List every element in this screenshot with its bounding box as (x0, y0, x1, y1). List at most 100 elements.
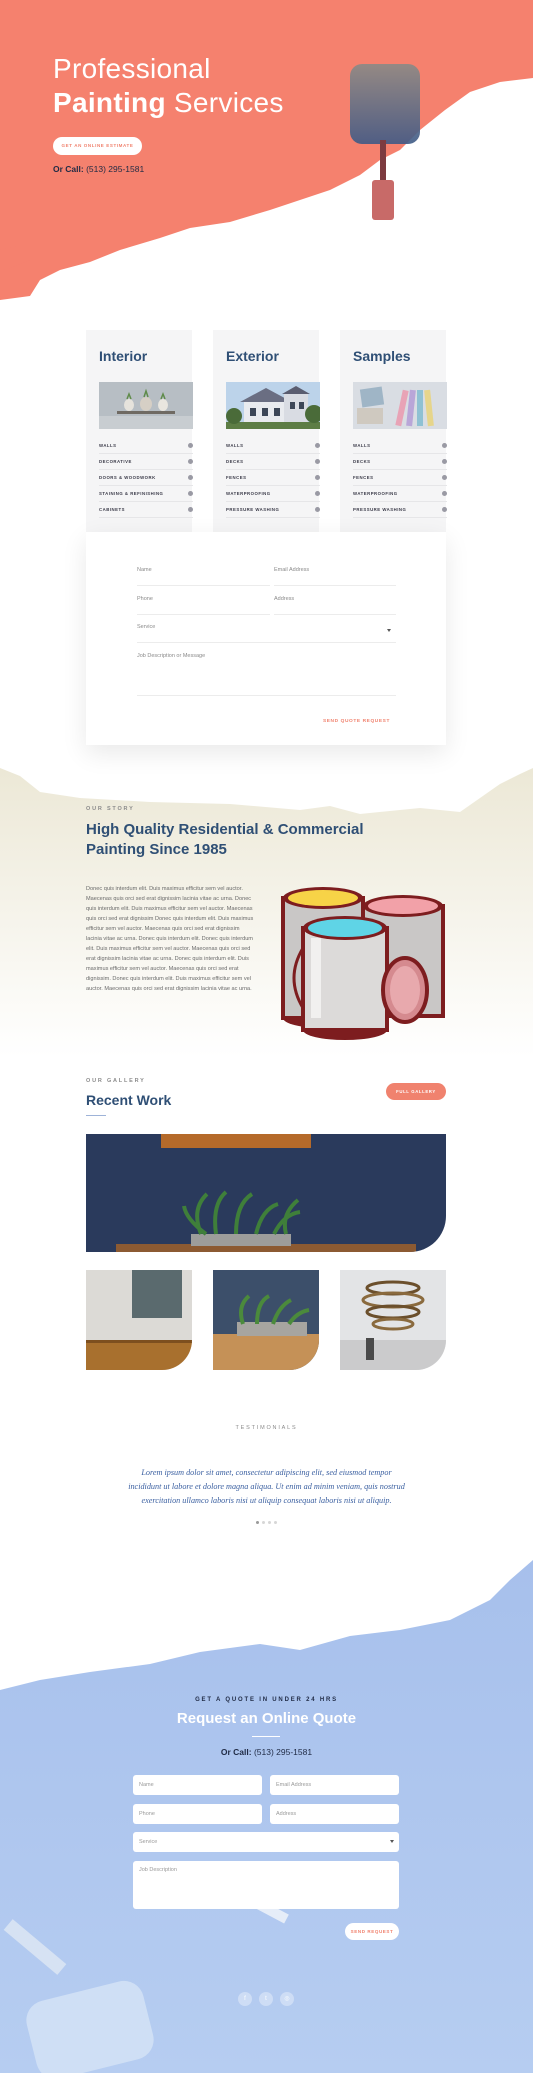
arrow-circle-icon (188, 507, 193, 512)
hero-title-line2: Painting Services (53, 86, 284, 120)
quote-call-label: Or Call: (220, 1747, 252, 1757)
quote-phone[interactable]: (513) 295-1581 (252, 1747, 312, 1757)
list-item[interactable]: WATERPROOFING (226, 486, 320, 502)
quote-call: Or Call: (513) 295-1581 (0, 1747, 533, 1757)
exterior-services-list: WALLS DECKS FENCES WATERPROOFING PRESSUR… (226, 438, 320, 518)
samples-services-list: WALLS DECKS FENCES WATERPROOFING PRESSUR… (353, 438, 447, 518)
twitter-icon[interactable]: t (259, 1992, 273, 2006)
name-field[interactable]: Name (137, 562, 270, 586)
story-paint-background (0, 768, 533, 1058)
quote-title: Request an Online Quote (176, 1710, 357, 1727)
bottom-service-select[interactable]: Service (133, 1832, 399, 1852)
arrow-circle-icon (188, 443, 193, 448)
list-item[interactable]: CABINETS (99, 502, 193, 518)
list-item[interactable]: DECORATIVE (99, 454, 193, 470)
card-title: Exterior (226, 348, 279, 364)
online-estimate-button[interactable]: GET AN ONLINE ESTIMATE (53, 137, 142, 155)
instagram-icon[interactable]: ◎ (280, 1992, 294, 2006)
quote-eyebrow: GET A QUOTE IN UNDER 24 HRS (195, 1697, 338, 1703)
list-item-label: FENCES (353, 475, 374, 480)
facebook-icon[interactable]: f (238, 1992, 252, 2006)
gallery-eyebrow: OUR GALLERY (86, 1078, 146, 1084)
list-item-label: WALLS (353, 443, 371, 448)
interior-services-list: WALLS DECORATIVE DOORS & WOODWORK STAINI… (99, 438, 193, 518)
list-item-label: DECKS (226, 459, 244, 464)
list-item[interactable]: STAINING & REFINISHING (99, 486, 193, 502)
hero-title: Professional Painting Services (53, 52, 284, 120)
list-item-label: CABINETS (99, 507, 125, 512)
list-item[interactable]: DECKS (226, 454, 320, 470)
list-item-label: PRESSURE WASHING (353, 507, 407, 512)
carousel-dot[interactable] (262, 1521, 265, 1524)
testimonial-quote: Lorem ipsum dolor sit amet, consectetur … (128, 1468, 405, 1505)
story-text: Donec quis interdum elit. Duis maximus e… (86, 886, 254, 992)
list-item-label: WATERPROOFING (226, 491, 271, 496)
list-item-label: PRESSURE WASHING (226, 507, 280, 512)
hero-phone[interactable]: (513) 295-1581 (84, 164, 144, 174)
interior-image (99, 382, 193, 429)
arrow-circle-icon (442, 491, 447, 496)
chevron-down-icon (387, 629, 391, 632)
service-select[interactable]: Service (137, 619, 396, 643)
arrow-circle-icon (315, 475, 320, 480)
list-item[interactable]: WALLS (226, 438, 320, 454)
list-item[interactable]: PRESSURE WASHING (353, 502, 447, 518)
hero-title-rest: Services (165, 87, 284, 118)
exterior-image (226, 382, 320, 429)
service-card-interior: Interior WALLS DECORATIVE DOORS & WOODWO… (86, 330, 193, 533)
list-item[interactable]: DOORS & WOODWORK (99, 470, 193, 486)
arrow-circle-icon (188, 475, 193, 480)
title-underline (86, 1115, 106, 1116)
list-item[interactable]: WALLS (353, 438, 447, 454)
testimonials-eyebrow: TESTIMONIALS (235, 1425, 298, 1431)
phone-field[interactable]: Phone (137, 591, 270, 615)
list-item[interactable]: FENCES (226, 470, 320, 486)
bottom-name-field[interactable]: Name (133, 1775, 262, 1795)
address-field[interactable]: Address (274, 591, 396, 615)
list-item[interactable]: DECKS (353, 454, 447, 470)
story-eyebrow: OUR STORY (86, 806, 135, 812)
arrow-circle-icon (315, 443, 320, 448)
gallery-photo-1[interactable] (86, 1270, 192, 1370)
hero-section: Professional Painting Services GET AN ON… (0, 0, 533, 300)
list-item-label: WALLS (226, 443, 244, 448)
list-item[interactable]: PRESSURE WASHING (226, 502, 320, 518)
gallery-photo-3[interactable] (340, 1270, 446, 1370)
full-gallery-button[interactable]: FULL GALLERY (386, 1083, 446, 1100)
gallery-photo-main[interactable] (86, 1134, 446, 1252)
email-field[interactable]: Email Address (274, 562, 396, 586)
send-request-button[interactable]: SEND REQUEST (345, 1923, 399, 1940)
service-card-samples: Samples WALLS DECKS FENCES WATERPROOFING… (340, 330, 447, 533)
bottom-description-textarea[interactable]: Job Description (133, 1861, 399, 1909)
list-item[interactable]: WATERPROOFING (353, 486, 447, 502)
carousel-dot[interactable] (256, 1521, 259, 1524)
story-title: High Quality Residential & Commercial Pa… (86, 821, 364, 858)
arrow-circle-icon (188, 459, 193, 464)
list-item-label: DOORS & WOODWORK (99, 475, 156, 480)
bottom-address-field[interactable]: Address (270, 1804, 399, 1824)
list-item-label: WALLS (99, 443, 117, 448)
card-title: Interior (99, 348, 148, 364)
arrow-circle-icon (315, 459, 320, 464)
arrow-circle-icon (442, 459, 447, 464)
card-title: Samples (353, 348, 411, 364)
chevron-down-icon (390, 1840, 394, 1843)
hero-title-bold: Painting (53, 87, 166, 118)
list-item[interactable]: FENCES (353, 470, 447, 486)
hero-call-label: Or Call: (53, 164, 84, 174)
bottom-email-field[interactable]: Email Address (270, 1775, 399, 1795)
carousel-dot[interactable] (268, 1521, 271, 1524)
arrow-circle-icon (315, 491, 320, 496)
bottom-phone-field[interactable]: Phone (133, 1804, 262, 1824)
message-textarea[interactable]: Job Description or Message (137, 648, 396, 696)
list-item[interactable]: WALLS (99, 438, 193, 454)
send-quote-button[interactable]: SEND QUOTE REQUEST (323, 719, 390, 724)
arrow-circle-icon (315, 507, 320, 512)
list-item-label: WATERPROOFING (353, 491, 398, 496)
arrow-circle-icon (442, 475, 447, 480)
hero-call: Or Call: (513) 295-1581 (53, 164, 144, 174)
gallery-photo-2[interactable] (213, 1270, 319, 1370)
list-item-label: STAINING & REFINISHING (99, 491, 164, 496)
carousel-dot[interactable] (274, 1521, 277, 1524)
list-item-label: DECKS (353, 459, 371, 464)
